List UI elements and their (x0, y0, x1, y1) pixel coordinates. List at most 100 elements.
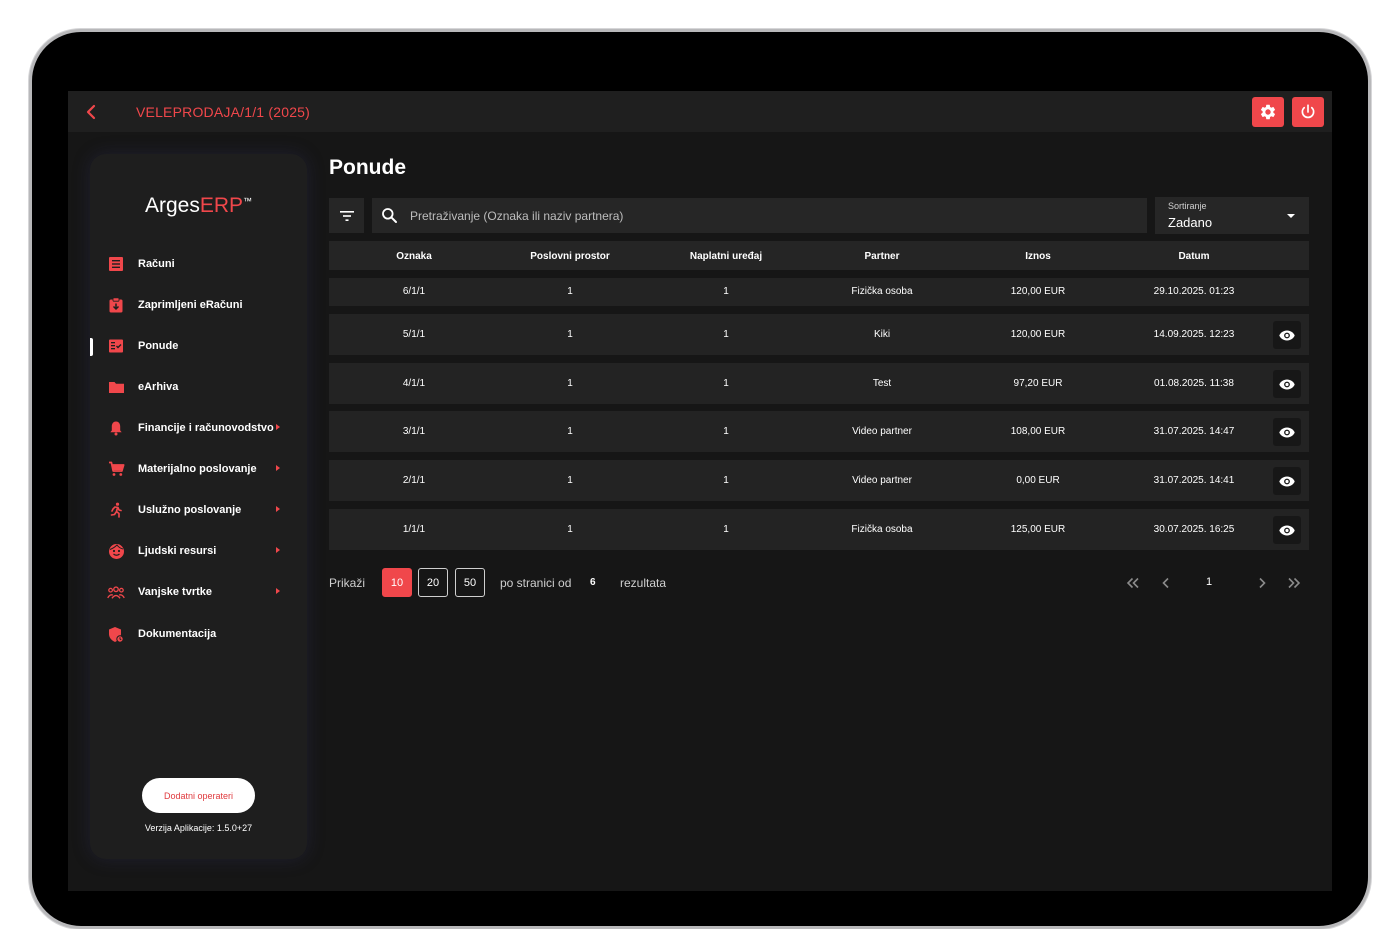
page-title: Ponude (329, 156, 406, 179)
business-premises-cell: 1 (567, 524, 573, 535)
date-cell: 31.07.2025. 14:41 (1153, 475, 1235, 486)
date-cell: 30.07.2025. 16:25 (1153, 524, 1235, 535)
business-premises-cell: 1 (567, 329, 573, 340)
column-header[interactable]: Poslovni prostor (492, 251, 648, 262)
payment-device-cell: 1 (723, 524, 729, 535)
view-offer-button[interactable] (1273, 516, 1301, 544)
app-screen: VELEPRODAJA/1/1 (2025) ArgesERP™ Računi … (68, 91, 1332, 891)
partner-name-cell: Kiki (873, 329, 891, 340)
view-offer-button[interactable] (1273, 418, 1301, 446)
column-header[interactable]: Oznaka (336, 251, 492, 262)
view-offer-button[interactable] (1273, 467, 1301, 495)
sidebar-item-label: Zaprimljeni eRačuni (138, 299, 243, 311)
column-header[interactable]: Partner (804, 251, 960, 262)
per-page-label: po stranici od (500, 576, 572, 590)
view-offer-button[interactable] (1273, 321, 1301, 349)
amount-cell: 97,20 EUR (1013, 378, 1063, 389)
first-page-button[interactable] (1125, 575, 1141, 591)
offer-number-cell: 4/1/1 (402, 378, 426, 389)
gear-icon (1260, 104, 1276, 120)
previous-page-button[interactable] (1158, 575, 1174, 591)
table-row[interactable]: 2/1/1 1 1 Video partner 0,00 EUR 31.07.2025. … (329, 460, 1309, 501)
filter-button[interactable] (329, 198, 364, 233)
sidebar-item-financije[interactable]: Financije i računovodstvo (90, 411, 307, 445)
sidebar-item-earhiva[interactable]: eArhiva (90, 370, 307, 404)
settings-button[interactable] (1252, 97, 1284, 127)
receipt-icon (107, 255, 125, 273)
logout-button[interactable] (1292, 97, 1324, 127)
column-header[interactable]: Datum (1116, 251, 1272, 262)
sidebar-item-label: Računi (138, 258, 175, 270)
date-cell: 29.10.2025. 01:23 (1153, 286, 1235, 297)
table-row[interactable]: 4/1/1 1 1 Test 97,20 EUR 01.08.2025. 11:38 (329, 363, 1309, 404)
additional-operators-button[interactable]: Dodatni operateri (142, 778, 255, 813)
payment-device-cell: 1 (723, 329, 729, 340)
amount-cell: 120,00 EUR (1010, 286, 1066, 297)
sidebar-item-dokumentacija[interactable]: Dokumentacija (90, 617, 307, 651)
table-row[interactable]: 6/1/1 1 1 Fizička osoba 120,00 EUR 29.10.2025… (329, 278, 1309, 306)
column-header[interactable]: Iznos (960, 251, 1116, 262)
offer-number-cell: 5/1/1 (402, 329, 426, 340)
date-cell: 14.09.2025. 12:23 (1153, 329, 1235, 340)
payment-device-cell: 1 (723, 378, 729, 389)
submenu-arrow-icon (276, 506, 280, 512)
folder-icon (107, 378, 125, 396)
submenu-arrow-icon (276, 424, 280, 430)
amount-cell: 108,00 EUR (1010, 426, 1066, 437)
eye-icon (1279, 427, 1295, 437)
group-icon (107, 583, 125, 601)
sidebar-item-label: Financije i računovodstvo (138, 422, 274, 434)
amount-cell: 120,00 EUR (1010, 329, 1066, 340)
sidebar-item-zaprimljeni-eracuni[interactable]: Zaprimljeni eRačuni (90, 288, 307, 322)
active-indicator (90, 338, 93, 356)
page-size-10-button[interactable]: 10 (382, 568, 412, 597)
results-label: rezultata (620, 576, 667, 590)
business-unit-title: VELEPRODAJA/1/1 (2025) (136, 104, 311, 120)
partner-name-cell: Test (872, 378, 892, 389)
payment-device-cell: 1 (723, 475, 729, 486)
page-size-20-button[interactable]: 20 (418, 568, 448, 597)
search-input[interactable] (410, 198, 1130, 233)
partner-name-cell: Video partner (852, 426, 912, 437)
current-page-number[interactable]: 1 (1206, 576, 1212, 588)
sidebar-item-ponude[interactable]: Ponude (90, 329, 307, 363)
last-page-button[interactable] (1286, 575, 1302, 591)
table-header: Oznaka Poslovni prostor Naplatni uređaj … (329, 241, 1309, 270)
sidebar-item-label: Materijalno poslovanje (138, 463, 257, 475)
double-chevron-left-icon (1126, 577, 1139, 589)
table-row[interactable]: 1/1/1 1 1 Fizička osoba 125,00 EUR 30.07.2025… (329, 509, 1309, 550)
next-page-button[interactable] (1254, 575, 1270, 591)
sidebar-item-materijalno[interactable]: Materijalno poslovanje (90, 452, 307, 486)
sidebar-item-label: eArhiva (138, 381, 179, 393)
page-size-50-button[interactable]: 50 (455, 568, 485, 597)
table-row[interactable]: 5/1/1 1 1 Kiki 120,00 EUR 14.09.2025. 12:23 (329, 314, 1309, 355)
sidebar: ArgesERP™ Računi Zaprimljeni eRačuni Pon… (90, 154, 307, 859)
offers-icon (107, 337, 125, 355)
eye-icon (1279, 525, 1295, 535)
sidebar-item-label: Dokumentacija (138, 628, 217, 640)
column-header[interactable]: Naplatni uređaj (648, 251, 804, 262)
search-bar (372, 198, 1147, 233)
double-chevron-right-icon (1288, 577, 1301, 589)
face-icon (107, 542, 125, 560)
shield-doc-icon (107, 625, 125, 643)
sidebar-item-usluzno[interactable]: Uslužno poslovanje (90, 493, 307, 527)
top-bar: VELEPRODAJA/1/1 (2025) (68, 91, 1332, 132)
business-premises-cell: 1 (567, 378, 573, 389)
sidebar-item-vanjske-tvrtke[interactable]: Vanjske tvrtke (90, 575, 307, 609)
amount-cell: 0,00 EUR (1016, 475, 1060, 486)
sidebar-item-racuni[interactable]: Računi (90, 247, 307, 281)
sort-value: Zadano (1168, 215, 1213, 230)
app-logo: ArgesERP™ (144, 194, 253, 217)
back-button[interactable] (78, 99, 104, 125)
business-premises-cell: 1 (567, 286, 573, 297)
eye-icon (1279, 330, 1295, 340)
partner-name-cell: Fizička osoba (851, 524, 913, 535)
view-offer-button[interactable] (1273, 370, 1301, 398)
sort-select[interactable]: Sortiranje Zadano (1155, 197, 1309, 234)
sidebar-item-ljudski-resursi[interactable]: Ljudski resursi (90, 534, 307, 568)
chevron-left-icon (86, 104, 96, 120)
cart-icon (107, 460, 125, 478)
submenu-arrow-icon (276, 588, 280, 594)
table-row[interactable]: 3/1/1 1 1 Video partner 108,00 EUR 31.07.2025… (329, 411, 1309, 452)
